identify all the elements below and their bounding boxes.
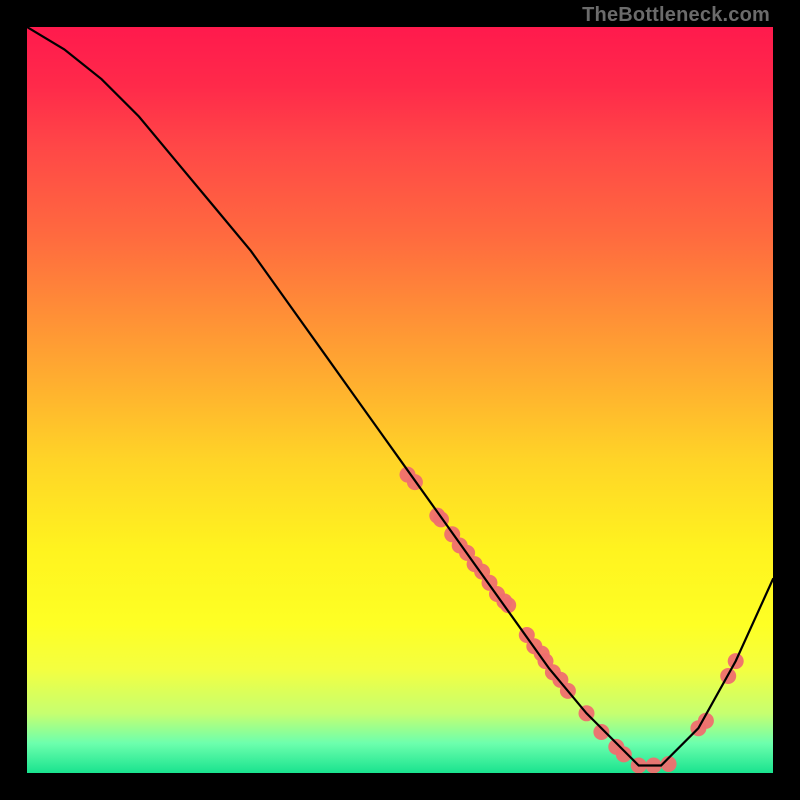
scatter-dot (616, 746, 632, 762)
scatter-dot (593, 724, 609, 740)
chart-plot-area (27, 27, 773, 773)
bottleneck-curve (27, 27, 773, 766)
watermark-text: TheBottleneck.com (582, 4, 770, 27)
scatter-layer (400, 467, 744, 773)
bottleneck-chart (27, 27, 773, 773)
